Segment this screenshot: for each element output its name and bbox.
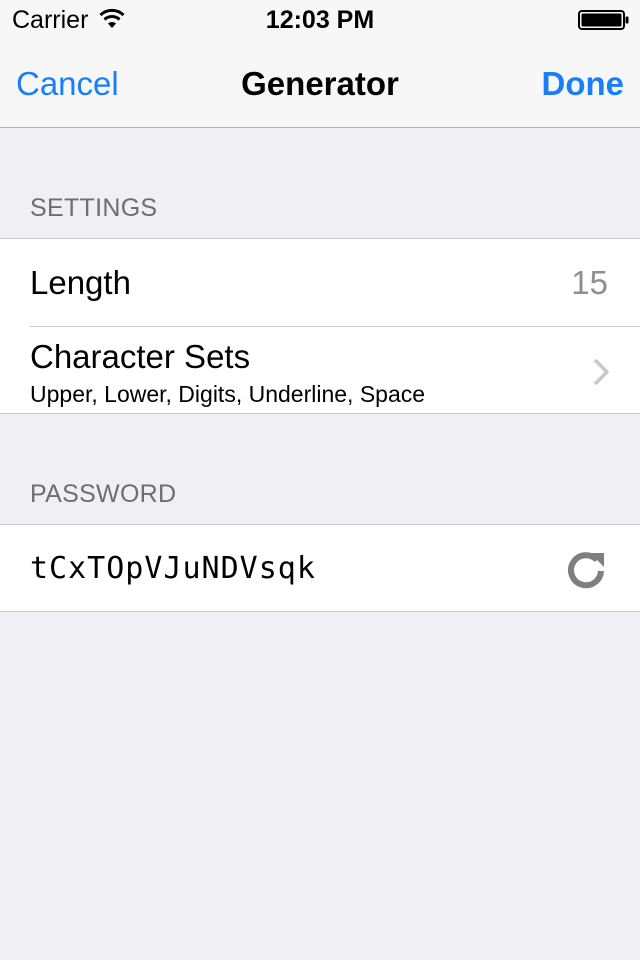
password-group: tCxTOpVJuNDVsqk	[0, 524, 640, 612]
battery-icon	[578, 10, 629, 30]
status-bar: Carrier 12:03 PM	[0, 0, 640, 40]
length-value: 15	[571, 264, 608, 301]
password-row[interactable]: tCxTOpVJuNDVsqk	[0, 525, 640, 612]
done-button[interactable]: Done	[542, 64, 625, 104]
generated-password[interactable]: tCxTOpVJuNDVsqk	[30, 549, 316, 589]
character-sets-summary: Upper, Lower, Digits, Underline, Space	[30, 381, 426, 407]
length-label: Length	[30, 264, 131, 301]
character-sets-label: Character Sets	[30, 338, 251, 375]
refresh-icon[interactable]	[564, 547, 608, 591]
chevron-right-icon	[594, 359, 609, 385]
settings-section-header: SETTINGS	[30, 194, 158, 222]
settings-group: Length 15 Character Sets Upper, Lower, D…	[0, 238, 640, 414]
length-row[interactable]: Length 15	[0, 239, 640, 326]
navigation-bar: Cancel Generator Done	[0, 40, 640, 128]
character-sets-row[interactable]: Character Sets Upper, Lower, Digits, Und…	[0, 327, 640, 414]
status-time: 12:03 PM	[265, 6, 375, 34]
generator-screen: Carrier 12:03 PM Cancel Generator Done S…	[0, 0, 640, 960]
password-section-header: PASSWORD	[30, 480, 177, 508]
